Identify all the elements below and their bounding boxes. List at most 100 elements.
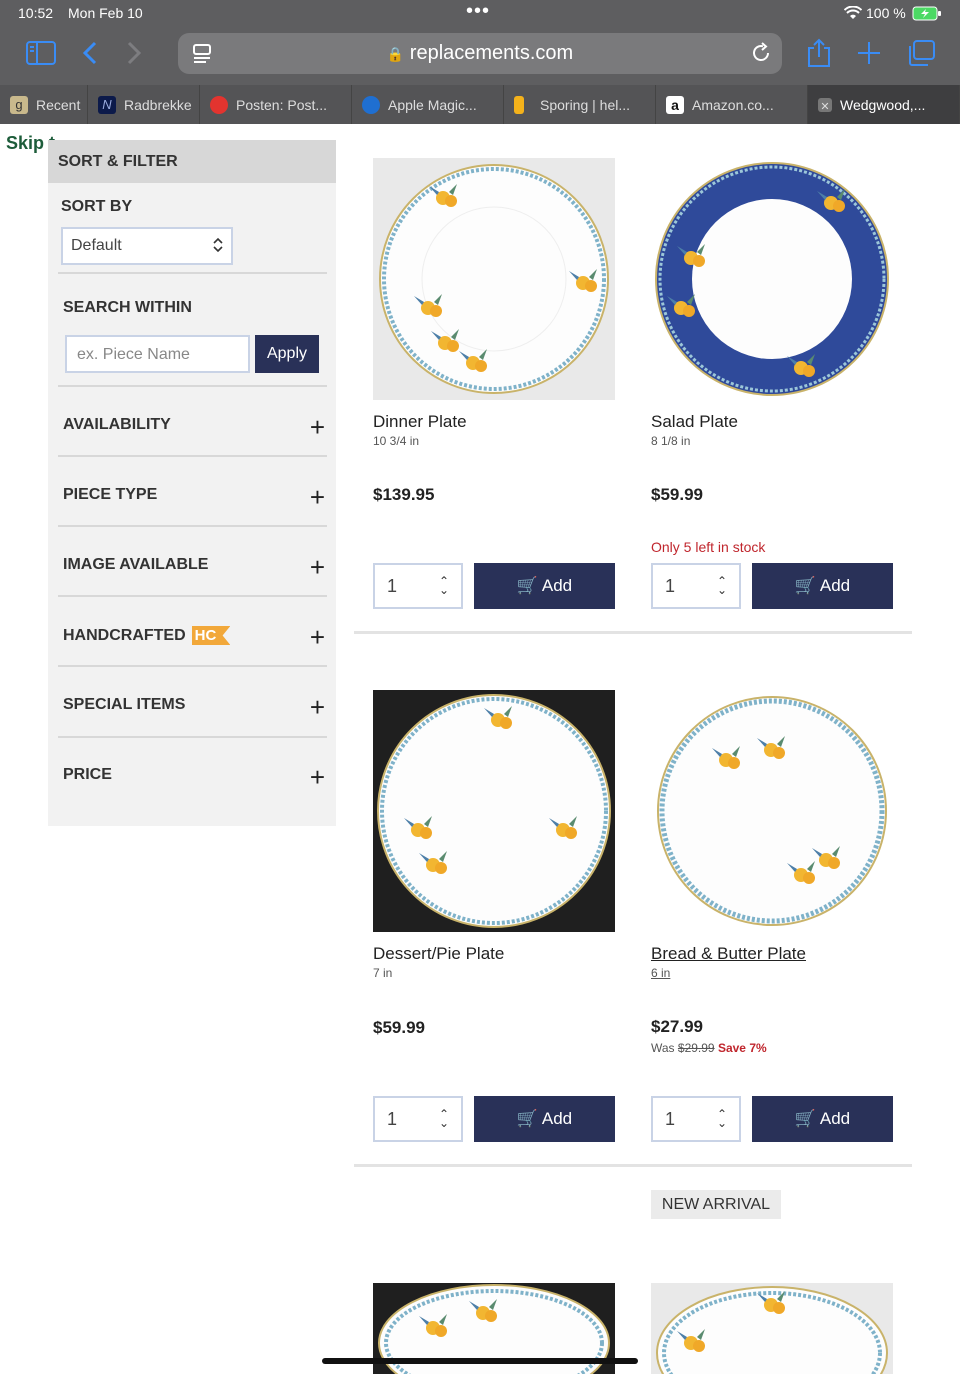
tab-strip: g Recent N Radbrekke Posten: Post... Apple… xyxy=(0,85,960,124)
add-label: Add xyxy=(541,1109,573,1128)
sort-select-value: Default xyxy=(71,237,122,254)
facet-label: HANDCRAFTED xyxy=(63,627,186,644)
was-price: $29.99 xyxy=(677,1041,715,1055)
product-image-dinner-plate[interactable] xyxy=(373,158,615,400)
plate-image xyxy=(377,694,611,928)
stepper-arrows-icon[interactable]: ⌃ ⌄ xyxy=(439,575,449,596)
product-image-soup-bowl[interactable] xyxy=(651,1283,893,1374)
facet-price[interactable]: PRICE + xyxy=(63,762,325,792)
plus-icon[interactable]: + xyxy=(310,482,325,513)
divider xyxy=(58,385,327,387)
tab-amazon[interactable]: a Amazon.co... xyxy=(656,85,808,124)
share-icon[interactable] xyxy=(806,38,832,73)
product-name[interactable]: Bread & Butter Plate xyxy=(651,944,806,964)
save-percent: Save 7% xyxy=(717,1041,767,1055)
add-label: Add xyxy=(541,576,573,595)
product-image-bread-butter-plate[interactable] xyxy=(651,690,893,932)
bowl-image xyxy=(656,1286,888,1374)
tab-wedgwood[interactable]: ✕ Wedgwood,... xyxy=(808,85,960,124)
facet-handcrafted[interactable]: HANDCRAFTED HC + xyxy=(63,622,325,652)
plus-icon[interactable]: + xyxy=(310,762,325,793)
divider xyxy=(58,665,327,667)
product-image-dessert-plate[interactable] xyxy=(373,690,615,932)
plus-icon[interactable]: + xyxy=(310,622,325,653)
sort-select[interactable]: Default xyxy=(61,227,233,265)
product-size: 7 in xyxy=(373,966,393,980)
tab-apple-magic[interactable]: Apple Magic... xyxy=(352,85,504,124)
new-tab-icon[interactable] xyxy=(856,40,882,71)
divider xyxy=(58,736,327,738)
add-to-cart-button[interactable]: 🛒 Add xyxy=(474,563,615,609)
tab-sporing[interactable]: Sporing | hel... xyxy=(504,85,656,124)
posten-icon xyxy=(210,96,228,115)
battery-icon xyxy=(912,6,942,26)
sporing-icon xyxy=(514,96,524,115)
sort-filter-panel: SORT & FILTER SORT BY Default SEARCH WIT… xyxy=(48,140,336,826)
apply-button[interactable]: Apply xyxy=(255,335,319,373)
product-price: $59.99 xyxy=(373,1018,425,1037)
facet-special-items[interactable]: SPECIAL ITEMS + xyxy=(63,692,325,722)
product-image-salad-plate[interactable] xyxy=(651,158,893,400)
facet-label: PRICE xyxy=(63,766,112,783)
search-within-label: SEARCH WITHIN xyxy=(63,299,192,316)
lock-icon: 🔒 xyxy=(386,46,405,62)
quantity-value: 1 xyxy=(665,576,676,596)
more-dots-icon[interactable]: ••• xyxy=(466,0,490,23)
stepper-arrows-icon[interactable]: ⌃ ⌄ xyxy=(439,1108,449,1129)
quantity-stepper[interactable]: 1 ⌃ ⌄ xyxy=(373,563,463,609)
quantity-stepper[interactable]: 1 ⌃ ⌄ xyxy=(373,1096,463,1142)
reload-icon[interactable] xyxy=(750,42,772,69)
product-name[interactable]: Dinner Plate xyxy=(373,412,467,432)
quantity-value: 1 xyxy=(665,1109,676,1129)
address-bar[interactable]: 🔒 replacements.com xyxy=(178,33,782,74)
cart-icon: 🛒 xyxy=(794,1109,817,1128)
back-icon[interactable] xyxy=(82,41,98,70)
tabs-overview-icon[interactable] xyxy=(906,39,936,72)
cart-icon: 🛒 xyxy=(516,576,539,595)
facet-image-available[interactable]: IMAGE AVAILABLE + xyxy=(63,552,325,582)
sort-by-label: SORT BY xyxy=(61,198,133,215)
plus-icon[interactable]: + xyxy=(310,552,325,583)
sidebar-toggle-icon[interactable] xyxy=(26,41,56,70)
quantity-stepper[interactable]: 1 ⌃ ⌄ xyxy=(651,1096,741,1142)
product-name[interactable]: Dessert/Pie Plate xyxy=(373,944,504,964)
product-name[interactable]: Salad Plate xyxy=(651,412,738,432)
plate-image xyxy=(379,164,609,394)
plus-icon[interactable]: + xyxy=(310,412,325,443)
add-to-cart-button[interactable]: 🛒 Add xyxy=(752,1096,893,1142)
add-label: Add xyxy=(819,1109,851,1128)
facet-label: SPECIAL ITEMS xyxy=(63,696,186,713)
add-to-cart-button[interactable]: 🛒 Add xyxy=(752,563,893,609)
status-date: Mon Feb 10 xyxy=(68,5,143,21)
facet-piece-type[interactable]: PIECE TYPE + xyxy=(63,482,325,512)
stepper-arrows-icon[interactable]: ⌃ ⌄ xyxy=(717,1108,727,1129)
add-to-cart-button[interactable]: 🛒 Add xyxy=(474,1096,615,1142)
quantity-value: 1 xyxy=(387,1109,398,1129)
quantity-stepper[interactable]: 1 ⌃ ⌄ xyxy=(651,563,741,609)
facet-label: IMAGE AVAILABLE xyxy=(63,556,209,573)
forward-icon[interactable] xyxy=(126,41,142,70)
divider xyxy=(58,272,327,274)
stepper-arrows-icon[interactable]: ⌃ ⌄ xyxy=(717,575,727,596)
tab-recent[interactable]: g Recent xyxy=(0,85,88,124)
quantity-value: 1 xyxy=(387,576,398,596)
close-icon[interactable]: ✕ xyxy=(818,98,832,113)
select-arrows-icon xyxy=(213,237,223,258)
divider xyxy=(58,525,327,527)
battery-percent: 100 % xyxy=(866,5,906,21)
product-size: 6 in xyxy=(651,966,671,980)
tab-posten[interactable]: Posten: Post... xyxy=(200,85,352,124)
product-size: 10 3/4 in xyxy=(373,434,420,448)
cart-icon: 🛒 xyxy=(794,576,817,595)
search-within-input[interactable]: ex. Piece Name xyxy=(65,335,250,373)
product-price: $59.99 xyxy=(651,485,703,504)
row-divider xyxy=(354,1164,912,1167)
browser-chrome: 10:52 Mon Feb 10 ••• 100 % 🔒 replacement… xyxy=(0,0,960,124)
product-size: 8 1/8 in xyxy=(651,434,691,448)
url-display: 🔒 replacements.com xyxy=(178,42,782,65)
plus-icon[interactable]: + xyxy=(310,692,325,723)
facet-availability[interactable]: AVAILABILITY + xyxy=(63,412,325,442)
wifi-icon xyxy=(843,5,863,25)
tab-radbrekke[interactable]: N Radbrekke xyxy=(88,85,200,124)
was-label: Was xyxy=(651,1041,675,1055)
